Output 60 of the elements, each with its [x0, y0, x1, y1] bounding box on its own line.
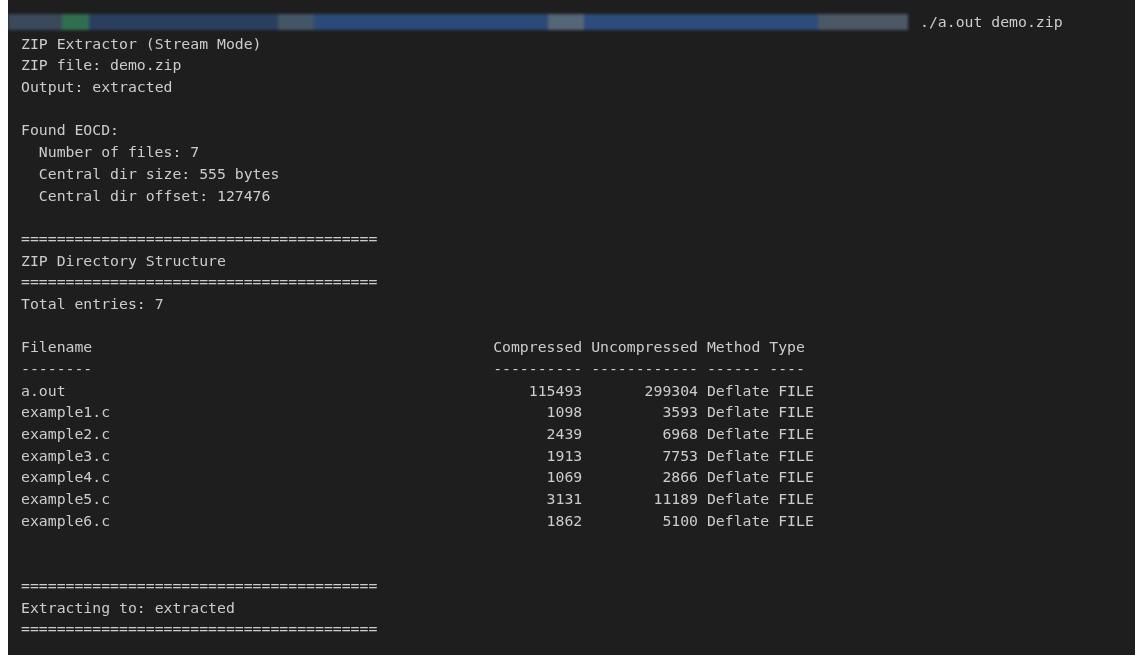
table-cell: 3593 — [662, 403, 698, 421]
output-line: ZIP Extractor (Stream Mode) — [21, 33, 262, 54]
separator-line: ======================================== — [21, 575, 378, 596]
table-cell-text: FILE — [778, 424, 814, 445]
column-header: Type — [769, 337, 805, 358]
output-line: ZIP Directory Structure — [21, 250, 226, 271]
table-cell-text: FILE — [778, 380, 814, 401]
table-cell: 3131 — [546, 490, 583, 508]
column-header: Uncompressed — [591, 338, 699, 356]
table-cell: example2.c — [21, 425, 111, 443]
column-header: Compressed — [493, 338, 583, 356]
table-cell: 5100 — [662, 511, 698, 529]
column-underline: ------ — [706, 359, 761, 379]
table-cell-text: FILE — [778, 467, 814, 488]
column-underline: ---------- — [493, 360, 583, 377]
table-cell: example5.c — [21, 490, 111, 508]
output-line: Central dir size: 555 bytes — [37, 163, 280, 184]
table-cell-text: FILE — [778, 489, 814, 510]
output-line: Total entries: 7 — [21, 293, 164, 314]
table-cell-text: FILE — [778, 445, 814, 466]
table-cell: 115493 — [528, 381, 583, 399]
table-cell-text: Deflate — [706, 445, 770, 466]
column-underline: ------------ — [591, 360, 699, 377]
output-line: ZIP file: demo.zip — [21, 55, 182, 76]
table-cell-text: Deflate — [706, 467, 770, 488]
table-cell: 1913 — [546, 446, 583, 464]
table-cell: example6.c — [21, 511, 111, 529]
table-cell: 11189 — [653, 490, 698, 508]
table-cell: a.out — [21, 381, 66, 399]
separator-line: ======================================== — [21, 619, 378, 640]
table-cell: example3.c — [21, 446, 111, 464]
output-line: Central dir offset: 127476 — [37, 185, 271, 206]
table-cell-text: Deflate — [706, 402, 770, 423]
table-cell: 6968 — [662, 425, 698, 443]
table-cell: 7753 — [662, 446, 698, 464]
table-cell: 1069 — [546, 468, 583, 486]
table-cell: 2439 — [546, 425, 583, 443]
column-header: Filename — [21, 338, 93, 356]
command-text: ./a.out demo.zip — [920, 12, 1063, 32]
table-cell-text: FILE — [778, 510, 814, 531]
table-cell-text: Deflate — [706, 424, 770, 445]
output-line: Number of files: 7 — [37, 142, 200, 163]
table-cell: 1098 — [546, 403, 583, 421]
table-cell-text: Deflate — [706, 510, 770, 531]
separator-line: ======================================== — [21, 272, 378, 293]
output-line: Found EOCD: — [21, 120, 119, 141]
table-cell: example1.c — [21, 403, 111, 421]
table-cell-text: Deflate — [706, 380, 770, 401]
table-cell: 2866 — [662, 468, 698, 486]
output-line: Extracting to: extracted — [21, 597, 235, 618]
table-cell-text: FILE — [778, 402, 814, 423]
output-line: Output: extracted — [21, 77, 173, 98]
column-underline: -------- — [21, 360, 93, 377]
table-cell: example4.c — [21, 468, 111, 486]
table-cell-text: Deflate — [706, 489, 770, 510]
column-header: Method — [706, 337, 761, 358]
table-cell: 299304 — [644, 381, 698, 399]
column-underline: ---- — [769, 359, 805, 379]
table-cell: 1862 — [546, 511, 583, 529]
separator-line: ======================================== — [21, 228, 378, 249]
